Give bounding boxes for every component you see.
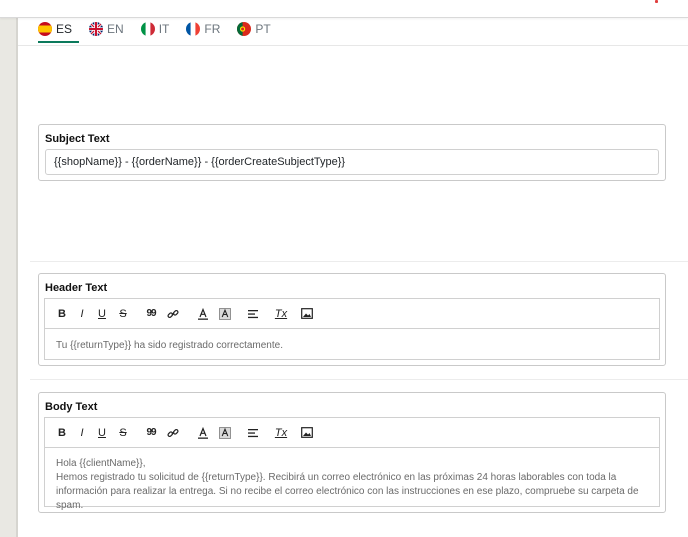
background-color-icon	[219, 307, 231, 320]
header-text-content: Tu {{returnType}} ha sido registrado cor…	[56, 340, 283, 351]
bold-button[interactable]: B	[52, 423, 72, 443]
link-button[interactable]	[162, 304, 184, 324]
align-button[interactable]	[242, 304, 264, 324]
header-editor-toolbar: B I U S 99 Tx	[45, 299, 659, 329]
image-icon	[301, 427, 313, 438]
align-button[interactable]	[242, 423, 264, 443]
font-color-button[interactable]	[192, 304, 214, 324]
tab-it[interactable]: IT	[140, 17, 177, 41]
tab-en-label: EN	[107, 22, 124, 36]
link-icon	[167, 428, 179, 437]
italic-button[interactable]: I	[72, 423, 92, 443]
tab-it-label: IT	[158, 22, 170, 36]
blockquote-button[interactable]: 99	[140, 304, 162, 324]
tabs-divider	[18, 45, 688, 46]
subject-text-card: Subject Text {{shopName}} - {{orderName}…	[38, 124, 666, 181]
header-editor: B I U S 99 Tx Tu {{returnType}} ha sido …	[44, 298, 660, 360]
body-editor-toolbar: B I U S 99 Tx	[45, 418, 659, 448]
blockquote-button[interactable]: 99	[140, 423, 162, 443]
section-divider	[30, 379, 688, 380]
link-button[interactable]	[162, 423, 184, 443]
link-icon	[167, 309, 179, 318]
italy-flag-icon	[140, 22, 155, 36]
strikethrough-button[interactable]: S	[112, 423, 134, 443]
body-message-line: Hemos registrado tu solicitud de {{retur…	[56, 472, 639, 511]
background-color-button[interactable]	[214, 304, 236, 324]
align-left-icon	[248, 428, 258, 437]
tab-es-label: ES	[56, 22, 73, 36]
top-bar	[0, 0, 688, 18]
bold-button[interactable]: B	[52, 304, 72, 324]
italic-button[interactable]: I	[72, 304, 92, 324]
tab-en[interactable]: EN	[89, 17, 131, 41]
insert-image-button[interactable]	[296, 304, 318, 324]
tab-pt[interactable]: PT	[237, 17, 277, 41]
subject-input[interactable]: {{shopName}} - {{orderName}} - {{orderCr…	[45, 149, 659, 175]
body-text-card: Body Text B I U S 99 Tx Hola {{clientNam…	[38, 392, 666, 513]
tab-es[interactable]: ES	[38, 17, 80, 43]
header-editor-content[interactable]: Tu {{returnType}} ha sido registrado cor…	[45, 329, 659, 361]
font-color-button[interactable]	[192, 423, 214, 443]
image-icon	[301, 308, 313, 319]
clear-format-button[interactable]: Tx	[270, 304, 292, 324]
insert-image-button[interactable]	[296, 423, 318, 443]
background-color-icon	[219, 426, 231, 439]
language-tabs: ES EN IT FR PT	[38, 17, 288, 45]
strikethrough-button[interactable]: S	[112, 304, 134, 324]
left-panel-edge	[0, 0, 16, 537]
underline-button[interactable]: U	[92, 304, 112, 324]
spain-flag-icon	[38, 22, 52, 36]
body-editor-content[interactable]: Hola {{clientName}}, Hemos registrado tu…	[45, 448, 659, 521]
section-divider	[30, 261, 688, 262]
body-editor: B I U S 99 Tx Hola {{clientName}}, Hemos…	[44, 417, 660, 511]
background-color-button[interactable]	[214, 423, 236, 443]
uk-flag-icon	[89, 22, 104, 36]
align-left-icon	[248, 309, 258, 318]
body-text-title: Body Text	[45, 401, 98, 413]
clear-format-button[interactable]: Tx	[270, 423, 292, 443]
panel-border	[16, 0, 18, 537]
notification-mark	[655, 0, 658, 3]
tab-fr-label: FR	[204, 22, 221, 36]
header-text-card: Header Text B I U S 99 Tx Tu {{returnTyp…	[38, 273, 666, 366]
subject-text-title: Subject Text	[45, 133, 110, 145]
tab-pt-label: PT	[255, 22, 271, 36]
font-color-icon	[198, 307, 208, 320]
body-greeting-line: Hola {{clientName}},	[56, 458, 146, 469]
france-flag-icon	[186, 22, 201, 36]
clear-format-icon: Tx	[274, 307, 288, 320]
font-color-icon	[198, 426, 208, 439]
underline-button[interactable]: U	[92, 423, 112, 443]
tab-fr[interactable]: FR	[186, 17, 227, 41]
header-text-title: Header Text	[45, 282, 108, 294]
portugal-flag-icon	[237, 22, 252, 36]
clear-format-icon: Tx	[274, 426, 288, 439]
